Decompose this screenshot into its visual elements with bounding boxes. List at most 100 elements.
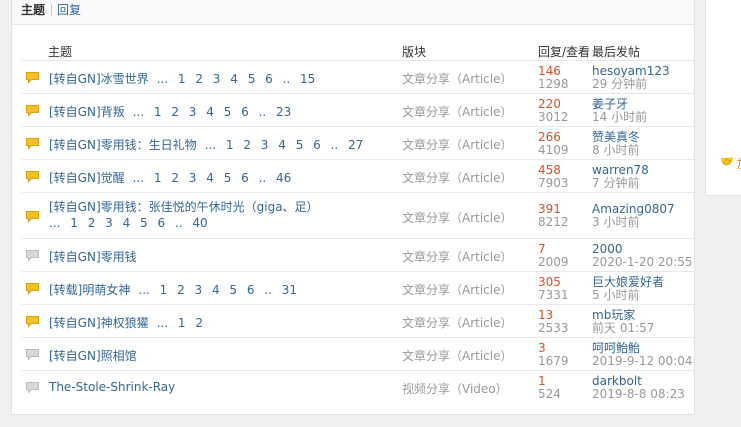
last-post-user[interactable]: 巨大娘爱好者 — [592, 275, 664, 289]
last-post-user[interactable]: 姜子牙 — [592, 97, 628, 111]
column-header-category: 版块 — [402, 45, 427, 59]
thread-title[interactable]: [转自GN]零用钱：生日礼物 ... 1 2 3 4 5 6 .. 27 — [49, 136, 363, 153]
thread-pagination[interactable]: ... 1 2 3 4 5 6 .. 23 — [133, 105, 292, 119]
thread-category[interactable]: 文章分享（Article） — [402, 209, 513, 226]
row-divider — [22, 304, 694, 305]
thread-title[interactable]: [转自GN]背叛 ... 1 2 3 4 5 6 .. 23 — [49, 103, 291, 120]
last-post-time[interactable]: 2019-8-8 08:23 — [592, 387, 685, 401]
view-count: 2533 — [538, 320, 569, 335]
reply-count[interactable]: 220 — [538, 97, 561, 111]
row-divider — [22, 126, 694, 127]
thread-category[interactable]: 文章分享（Article） — [402, 169, 513, 186]
last-post-time[interactable]: 5 小时前 — [592, 288, 639, 302]
side-panel: 🤝 加 — [705, 0, 741, 196]
thread-category[interactable]: 文章分享（Article） — [402, 70, 513, 87]
reply-count[interactable]: 146 — [538, 64, 561, 78]
thread-pagination[interactable]: ... 1 2 3 4 5 6 .. 31 — [138, 283, 297, 297]
thread-category[interactable]: 文章分享（Article） — [402, 103, 513, 120]
row-divider — [22, 159, 694, 160]
column-header-topic: 主题 — [48, 45, 73, 59]
last-post-time[interactable]: 7 分钟前 — [592, 176, 639, 190]
row-divider — [22, 238, 694, 239]
reply-count[interactable]: 7 — [538, 242, 546, 256]
last-post-user[interactable]: 2000 — [592, 242, 623, 256]
thread-pagination[interactable]: ... 1 2 — [157, 316, 203, 330]
view-count: 3012 — [538, 109, 569, 124]
last-post-user[interactable]: hesoyam123 — [592, 64, 670, 78]
last-post-time[interactable]: 2019-9-12 00:04 — [592, 354, 693, 368]
row-divider — [22, 271, 694, 272]
row-divider — [22, 93, 694, 94]
row-divider — [22, 370, 694, 371]
thread-category[interactable]: 文章分享（Article） — [402, 136, 513, 153]
thread-title-text[interactable]: [转载]明萌女神 — [49, 283, 130, 297]
thread-category[interactable]: 文章分享（Article） — [402, 314, 513, 331]
row-divider — [22, 337, 694, 338]
thread-title-text[interactable]: [转自GN]零用钱：张佳悦的午休时光（giga、足） — [49, 200, 319, 214]
thread-title[interactable]: [转自GN]零用钱：张佳悦的午休时光（giga、足） — [49, 198, 319, 215]
thread-title[interactable]: [转自GN]零用钱 — [49, 248, 137, 265]
last-post-user[interactable]: darkbolt — [592, 374, 642, 388]
thread-title[interactable]: [转自GN]冰雪世界 ... 1 2 3 4 5 6 .. 15 — [49, 70, 315, 87]
handshake-icon: 🤝 — [720, 155, 734, 168]
thread-title[interactable]: [转载]明萌女神 ... 1 2 3 4 5 6 .. 31 — [49, 281, 297, 298]
speech-bubble-hot-icon — [25, 104, 40, 117]
view-count: 1679 — [538, 353, 569, 368]
thread-title-text[interactable]: The-Stole-Shrink-Ray — [49, 380, 175, 394]
thread-title-text[interactable]: [转自GN]冰雪世界 — [49, 72, 149, 86]
thread-category[interactable]: 文章分享（Article） — [402, 347, 513, 364]
thread-title-text[interactable]: [转自GN]照相馆 — [49, 349, 137, 363]
speech-bubble-hot-icon — [25, 71, 40, 84]
thread-pagination[interactable]: ... 1 2 3 4 5 6 .. 15 — [157, 72, 316, 86]
thread-category[interactable]: 文章分享（Article） — [402, 281, 513, 298]
tab-replies[interactable]: 回复 — [57, 1, 81, 18]
speech-bubble-hot-icon — [25, 282, 40, 295]
side-panel-label[interactable]: 加 — [737, 155, 741, 172]
row-divider — [22, 192, 694, 193]
reply-count[interactable]: 13 — [538, 308, 553, 322]
last-post-time[interactable]: 前天 01:57 — [592, 321, 654, 335]
thread-title-text[interactable]: [转自GN]神权狼獾 — [49, 316, 149, 330]
row-divider — [22, 60, 694, 61]
thread-pagination[interactable]: ... 1 2 3 4 5 6 .. 27 — [205, 138, 364, 152]
tab-bar: 主题 回复 — [12, 0, 694, 25]
thread-title[interactable]: The-Stole-Shrink-Ray — [49, 380, 175, 394]
reply-count[interactable]: 458 — [538, 163, 561, 177]
thread-pagination[interactable]: ... 1 2 3 4 5 6 .. 40 — [49, 216, 208, 230]
thread-title-text[interactable]: [转自GN]背叛 — [49, 105, 125, 119]
last-post-user[interactable]: 呵呵鲐鲐 — [592, 341, 640, 355]
last-post-time[interactable]: 3 小时前 — [592, 216, 639, 229]
last-post-user[interactable]: 赞美真冬 — [592, 130, 640, 144]
last-post-user[interactable]: warren78 — [592, 163, 649, 177]
thread-title-text[interactable]: [转自GN]觉醒 — [49, 171, 125, 185]
reply-count[interactable]: 1 — [538, 374, 546, 388]
thread-title[interactable]: [转自GN]神权狼獾 ... 1 2 — [49, 314, 203, 331]
last-post-time[interactable]: 29 分钟前 — [592, 77, 647, 91]
view-count: 8212 — [538, 215, 569, 229]
view-count: 4109 — [538, 142, 569, 157]
thread-title-text[interactable]: [转自GN]零用钱：生日礼物 — [49, 138, 197, 152]
thread-title-text[interactable]: [转自GN]零用钱 — [49, 250, 137, 264]
reply-count[interactable]: 266 — [538, 130, 561, 144]
speech-bubble-icon — [25, 381, 40, 394]
tab-topics[interactable]: 主题 — [21, 1, 45, 18]
speech-bubble-hot-icon — [25, 315, 40, 328]
reply-count[interactable]: 305 — [538, 275, 561, 289]
thread-category[interactable]: 文章分享（Article） — [402, 248, 513, 265]
speech-bubble-hot-icon — [25, 210, 40, 223]
last-post-time[interactable]: 2020-1-20 20:55 — [592, 255, 693, 269]
last-post-time[interactable]: 14 小时前 — [592, 110, 647, 124]
thread-title[interactable]: [转自GN]觉醒 ... 1 2 3 4 5 6 .. 46 — [49, 169, 291, 186]
thread-pagination[interactable]: ... 1 2 3 4 5 6 .. 46 — [133, 171, 292, 185]
column-header-stats: 回复/查看 — [538, 45, 591, 59]
thread-title[interactable]: [转自GN]照相馆 — [49, 347, 137, 364]
last-post-user[interactable]: mb玩家 — [592, 308, 635, 322]
thread-category[interactable]: 视频分享（Video） — [402, 380, 508, 397]
speech-bubble-icon — [25, 348, 40, 361]
view-count: 7331 — [538, 287, 569, 302]
last-post-time[interactable]: 8 小时前 — [592, 143, 639, 157]
view-count: 524 — [538, 386, 561, 401]
view-count: 2009 — [538, 254, 569, 269]
speech-bubble-hot-icon — [25, 137, 40, 150]
reply-count[interactable]: 3 — [538, 341, 546, 355]
